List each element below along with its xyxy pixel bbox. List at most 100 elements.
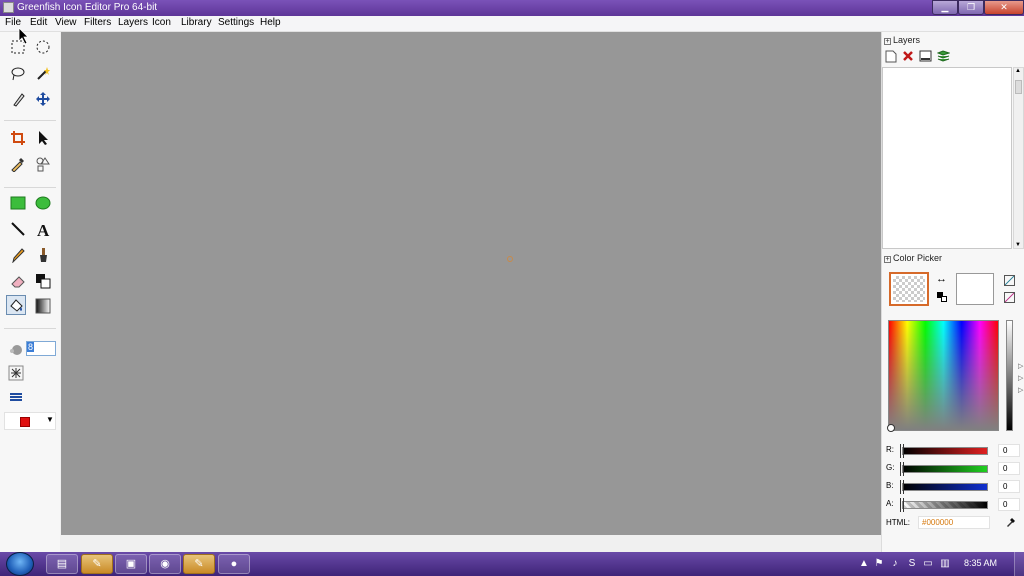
network-icon[interactable]: ▥ [939, 558, 951, 570]
tray-expand-icon[interactable]: ▲ [858, 558, 870, 570]
color-replace-icon[interactable] [33, 271, 53, 291]
blue-channel-row: B: 0 [886, 480, 1022, 494]
recorder-icon[interactable]: ● [218, 554, 250, 574]
magic-wand-icon[interactable] [33, 63, 53, 83]
brush-size-input[interactable]: 8 [26, 341, 56, 356]
eyedropper-icon[interactable] [1006, 517, 1016, 530]
new-layer-icon[interactable] [884, 50, 898, 64]
ellipse-select-icon[interactable] [33, 37, 53, 57]
chevron-down-icon[interactable]: ▼ [46, 415, 54, 424]
layers-panel-title: Layers [893, 35, 921, 45]
tray-flag-icon[interactable]: ⚑ [873, 558, 885, 570]
eyedropper-icon[interactable] [8, 154, 28, 174]
greenfish-icon[interactable]: ✎ [183, 554, 215, 574]
red-value-field[interactable]: 0 [998, 444, 1020, 457]
brush-icon[interactable] [33, 245, 53, 265]
freehand-select-icon[interactable] [8, 89, 28, 109]
menu-settings[interactable]: Settings [216, 17, 256, 28]
antialias-icon[interactable] [6, 363, 26, 383]
blue-slider-handle[interactable] [900, 480, 904, 494]
blue-value-field[interactable]: 0 [998, 480, 1020, 493]
paint-icon[interactable]: ✎ [81, 554, 113, 574]
layers-list[interactable] [882, 67, 1012, 249]
secondary-color-well[interactable] [956, 273, 994, 305]
menu-filters[interactable]: Filters [82, 17, 113, 28]
foreground-color-picker[interactable]: ▼ [4, 412, 56, 430]
menu-help[interactable]: Help [258, 17, 283, 28]
html-label: HTML: [886, 518, 910, 527]
minimize-button[interactable]: ▁ [932, 0, 958, 15]
window-title: Greenfish Icon Editor Pro 64-bit [17, 2, 158, 13]
clock[interactable]: 8:35 AM [964, 558, 997, 568]
maximize-button[interactable]: ❐ [958, 0, 984, 15]
pointer-icon[interactable] [33, 128, 53, 148]
shapes-icon[interactable] [33, 154, 53, 174]
layers-scrollbar[interactable]: ▲ ▼ [1013, 67, 1024, 249]
text-icon[interactable]: A [33, 219, 53, 239]
menu-edit[interactable]: Edit [28, 17, 49, 28]
green-slider-handle[interactable] [900, 462, 904, 476]
menu-view[interactable]: View [53, 17, 79, 28]
transparent-checker [893, 276, 925, 302]
brush-size-icon [6, 339, 26, 359]
canvas-center-marker [507, 256, 513, 262]
show-desktop-button[interactable] [1014, 552, 1024, 576]
mouse-cursor-icon [18, 27, 29, 45]
delete-layer-icon[interactable] [901, 50, 915, 64]
close-button[interactable]: ✕ [984, 0, 1024, 15]
move-icon[interactable] [33, 89, 53, 109]
brush-size-value: 8 [27, 342, 35, 352]
expand-icon[interactable]: + [884, 38, 891, 45]
alpha-slider[interactable] [902, 501, 988, 509]
layers-blend-icon[interactable] [6, 387, 26, 407]
volume-icon[interactable]: ♪ [889, 558, 901, 570]
toolbox-divider [4, 120, 56, 121]
ellipse-icon[interactable] [33, 193, 53, 213]
swap-colors-icon[interactable]: ↔ [936, 273, 947, 285]
skype-icon[interactable]: S [906, 558, 918, 570]
line-icon[interactable] [8, 219, 28, 239]
chrome-icon[interactable]: ◉ [149, 554, 181, 574]
explorer-icon[interactable]: ▤ [46, 554, 78, 574]
media-icon[interactable]: ▣ [115, 554, 147, 574]
gradient-icon[interactable] [33, 296, 53, 316]
expand-icon[interactable]: + [884, 256, 891, 263]
html-color-field[interactable]: #000000 [918, 516, 990, 529]
alpha-slider-handle[interactable] [900, 498, 904, 512]
green-value-field[interactable]: 0 [998, 462, 1020, 475]
start-button[interactable] [6, 552, 34, 576]
color-picker-header[interactable]: + Color Picker [884, 253, 942, 263]
menu-library[interactable]: Library [179, 17, 214, 28]
reset-colors-icon[interactable] [937, 292, 947, 302]
color-spectrum[interactable] [887, 320, 999, 432]
drawing-canvas[interactable] [61, 32, 881, 535]
spectrum-cursor[interactable] [887, 424, 895, 432]
rectangle-icon[interactable] [8, 193, 28, 213]
menu-icon[interactable]: Icon [150, 17, 173, 28]
red-slider-handle[interactable] [900, 444, 904, 458]
scroll-down-icon[interactable]: ▼ [1015, 242, 1021, 248]
luminance-bar[interactable] [1006, 320, 1013, 431]
inverse-color-icon[interactable] [1004, 292, 1015, 303]
primary-color-well[interactable] [889, 272, 929, 306]
lasso-icon[interactable] [8, 63, 28, 83]
green-slider[interactable] [902, 465, 988, 473]
foreground-color-swatch [20, 417, 30, 427]
layers-panel-header[interactable]: + Layers [884, 35, 920, 45]
layer-properties-icon[interactable] [918, 50, 932, 64]
crop-icon[interactable] [8, 128, 28, 148]
no-color-icon[interactable] [1004, 275, 1015, 286]
app-icon[interactable] [3, 2, 14, 13]
merge-layers-icon[interactable] [936, 50, 951, 64]
blue-slider[interactable] [902, 483, 988, 491]
title-bar: Greenfish Icon Editor Pro 64-bit ▁ ❐ ✕ [0, 0, 1024, 16]
scrollbar-thumb[interactable] [1015, 80, 1022, 94]
scroll-up-icon[interactable]: ▲ [1015, 68, 1021, 74]
eraser-icon[interactable] [8, 271, 28, 291]
alpha-value-field[interactable]: 0 [998, 498, 1020, 511]
pencil-icon[interactable] [8, 245, 28, 265]
fill-icon[interactable] [6, 295, 26, 315]
display-icon[interactable]: ▭ [922, 558, 934, 570]
red-slider[interactable] [902, 447, 988, 455]
menu-layers[interactable]: Layers [116, 17, 150, 28]
